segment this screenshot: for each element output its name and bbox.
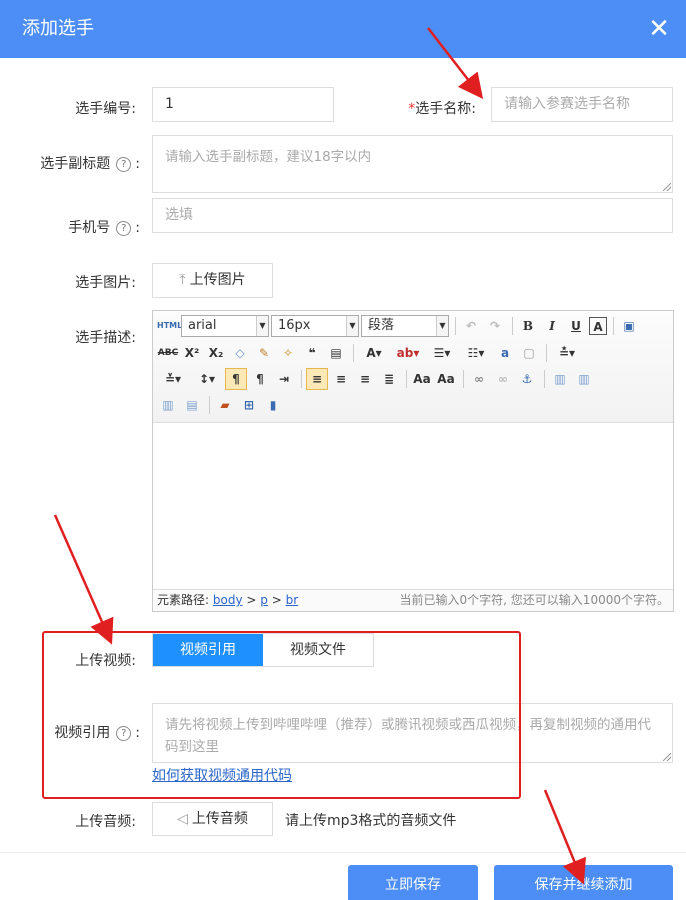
upload-audio-label: 上传音频: [75, 814, 136, 830]
audio-format-hint: 请上传mp3格式的音频文件 [285, 813, 457, 829]
redo-icon[interactable]: ↷ [484, 315, 506, 337]
resize-handle-icon[interactable] [663, 183, 671, 191]
image-right-icon[interactable]: ▥ [157, 394, 179, 416]
direction-rtl-icon[interactable]: ¶ [249, 368, 271, 390]
player-number-label: 选手编号: [75, 101, 136, 117]
align-right-icon[interactable]: ≡ [354, 368, 376, 390]
path-separator: > [271, 593, 282, 607]
image-left-icon[interactable]: ▥ [573, 368, 595, 390]
unordered-list-icon[interactable]: ☷▾ [460, 342, 492, 364]
upload-icon: ⤒ [179, 272, 186, 288]
blockquote-icon[interactable]: ❝ [301, 342, 323, 364]
font-family-select[interactable]: arial ▼ [181, 315, 269, 337]
toolbar-divider [455, 317, 456, 335]
bold-icon[interactable]: B [517, 315, 539, 337]
strikethrough-icon[interactable]: ABC [157, 342, 179, 364]
help-icon[interactable]: ? [116, 157, 132, 172]
subtitle-placeholder: 请输入选手副标题，建议18字以内 [165, 149, 372, 165]
subtitle-label: 选手副标题?: [40, 156, 140, 172]
toolbar-divider [613, 317, 614, 335]
dialog-title: 添加选手 [22, 18, 94, 39]
align-left-icon[interactable]: ≡ [306, 368, 328, 390]
direction-ltr-icon[interactable]: ¶ [225, 368, 247, 390]
upload-audio-button[interactable]: ◁ 上传音频 [152, 802, 273, 836]
image-center-icon[interactable]: ▤ [181, 394, 203, 416]
toolbar-divider [406, 370, 407, 388]
path-br-link[interactable]: br [286, 593, 299, 607]
row-spacing-top-icon[interactable]: ≛▾ [551, 342, 583, 364]
player-name-input[interactable]: 请输入参赛选手名称 [491, 87, 673, 122]
font-color-icon[interactable]: A▾ [358, 342, 390, 364]
ordered-list-icon[interactable]: ☰▾ [426, 342, 458, 364]
player-name-label: *选手名称: [408, 101, 476, 117]
paragraph-select[interactable]: 段落 ▼ [361, 315, 449, 337]
clear-doc-icon[interactable]: ▢ [518, 342, 540, 364]
toolbar-divider [209, 396, 210, 414]
uppercase-icon[interactable]: Aa [411, 368, 433, 390]
phone-input[interactable]: 选填 [152, 198, 673, 233]
dialog-header: 添加选手 ✕ [0, 0, 686, 58]
toolbar-divider [544, 370, 545, 388]
insert-table-icon[interactable]: ⊞ [238, 394, 260, 416]
subtitle-textarea[interactable]: 请输入选手副标题，建议18字以内 [152, 135, 673, 193]
add-player-dialog: 添加选手 ✕ 选手编号: 1 *选手名称: 请输入参赛选手名称 选手副标题?: … [0, 0, 686, 900]
italic-icon[interactable]: I [541, 315, 563, 337]
line-height-icon[interactable]: ↕▾ [191, 368, 223, 390]
path-p-link[interactable]: p [260, 593, 268, 607]
path-separator: > [246, 593, 257, 607]
eraser-icon[interactable]: ◇ [229, 342, 251, 364]
player-desc-label: 选手描述: [75, 330, 136, 346]
toolbar-divider [353, 344, 354, 362]
help-icon[interactable]: ? [116, 221, 132, 236]
anchor-icon[interactable]: ⚓ [516, 368, 538, 390]
toolbar-divider [512, 317, 513, 335]
subscript-icon[interactable]: X₂ [205, 342, 227, 364]
indent-icon[interactable]: ⇥ [273, 368, 295, 390]
align-justify-icon[interactable]: ≣ [378, 368, 400, 390]
font-size-select[interactable]: 16px ▼ [271, 315, 359, 337]
link-icon[interactable]: ∞ [468, 368, 490, 390]
insert-image-icon[interactable]: ▰ [214, 394, 236, 416]
path-body-link[interactable]: body [213, 593, 243, 607]
insert-video-icon[interactable]: ▮ [262, 394, 284, 416]
editor-statusbar: 元素路径: body > p > br 当前已输入0个字符, 您还可以输入100… [153, 589, 673, 611]
align-center-icon[interactable]: ≡ [330, 368, 352, 390]
toolbar-divider [301, 370, 302, 388]
auto-format-icon[interactable]: ✧ [277, 342, 299, 364]
preview-icon[interactable]: ▣ [618, 315, 640, 337]
player-image-label: 选手图片: [75, 275, 136, 291]
image-none-icon[interactable]: ▥ [549, 368, 571, 390]
format-painter-icon[interactable]: ✎ [253, 342, 275, 364]
rich-text-editor[interactable]: HTML arial ▼ 16px ▼ 段落 ▼ ↶ ↷ B I U A ▣ ABC … [152, 310, 674, 612]
underline-icon[interactable]: U [565, 315, 587, 337]
char-count: 当前已输入0个字符, 您还可以输入10000个字符。 [399, 593, 669, 607]
resize-handle-icon[interactable] [663, 753, 671, 761]
save-button[interactable]: 立即保存 [348, 865, 478, 900]
unlink-icon[interactable]: ∞ [492, 368, 514, 390]
close-icon[interactable]: ✕ [644, 14, 674, 44]
highlight-color-icon[interactable]: ab▾ [392, 342, 424, 364]
upload-image-button[interactable]: ⤒ 上传图片 [152, 263, 273, 298]
footer-divider [0, 852, 686, 853]
lowercase-icon[interactable]: Aa [435, 368, 457, 390]
html-source-icon[interactable]: HTML [157, 315, 182, 337]
select-all-icon[interactable]: a [494, 342, 516, 364]
phone-label: 手机号?: [68, 220, 140, 236]
toolbar-divider [463, 370, 464, 388]
arrow-to-video-upload [53, 514, 114, 645]
save-and-continue-button[interactable]: 保存并继续添加 [494, 865, 673, 900]
element-path-label: 元素路径: [157, 593, 210, 607]
speaker-icon: ◁ [177, 811, 188, 827]
editor-toolbar: HTML arial ▼ 16px ▼ 段落 ▼ ↶ ↷ B I U A ▣ ABC … [153, 311, 673, 423]
annotation-highlight-box [42, 631, 521, 799]
player-number-input[interactable]: 1 [152, 87, 334, 122]
undo-icon[interactable]: ↶ [460, 315, 482, 337]
superscript-icon[interactable]: X² [181, 342, 203, 364]
toolbar-divider [546, 344, 547, 362]
row-spacing-bottom-icon[interactable]: ≚▾ [157, 368, 189, 390]
paste-plain-icon[interactable]: ▤ [325, 342, 347, 364]
font-border-icon[interactable]: A [589, 317, 607, 335]
